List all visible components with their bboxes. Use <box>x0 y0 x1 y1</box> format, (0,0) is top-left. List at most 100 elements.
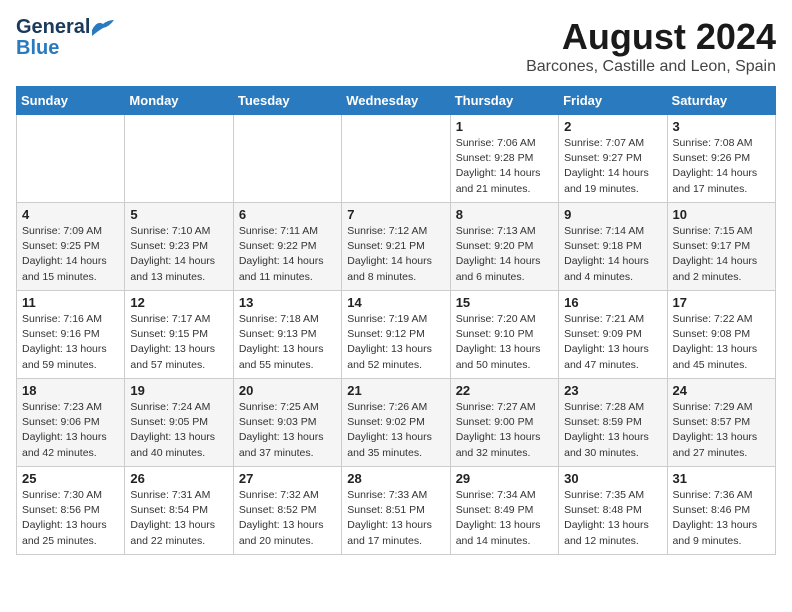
calendar-cell: 24 Sunrise: 7:29 AM Sunset: 8:57 PM Dayli… <box>667 379 775 467</box>
day-info: Sunrise: 7:07 AM Sunset: 9:27 PM Dayligh… <box>564 136 661 197</box>
day-info: Sunrise: 7:35 AM Sunset: 8:48 PM Dayligh… <box>564 488 661 549</box>
day-number: 20 <box>239 383 336 398</box>
day-info: Sunrise: 7:33 AM Sunset: 8:51 PM Dayligh… <box>347 488 444 549</box>
day-number: 16 <box>564 295 661 310</box>
day-info: Sunrise: 7:28 AM Sunset: 8:59 PM Dayligh… <box>564 400 661 461</box>
day-number: 2 <box>564 119 661 134</box>
calendar-cell <box>17 115 125 203</box>
calendar-cell: 20Sunrise: 7:25 AM Sunset: 9:03 PM Dayli… <box>233 379 341 467</box>
day-info: Sunrise: 7:34 AM Sunset: 8:49 PM Dayligh… <box>456 488 553 549</box>
day-number: 18 <box>22 383 119 398</box>
calendar-cell: 26Sunrise: 7:31 AM Sunset: 8:54 PM Dayli… <box>125 467 233 555</box>
calendar-cell: 29 Sunrise: 7:34 AM Sunset: 8:49 PM Dayli… <box>450 467 558 555</box>
day-number: 22 <box>456 383 553 398</box>
calendar-cell: 25 Sunrise: 7:30 AM Sunset: 8:56 PM Dayli… <box>17 467 125 555</box>
calendar-cell: 16 Sunrise: 7:21 AM Sunset: 9:09 PM Dayli… <box>559 291 667 379</box>
calendar-cell: 1Sunrise: 7:06 AM Sunset: 9:28 PM Daylig… <box>450 115 558 203</box>
weekday-header-friday: Friday <box>559 87 667 115</box>
day-info: Sunrise: 7:14 AM Sunset: 9:18 PM Dayligh… <box>564 224 661 285</box>
calendar-cell: 15Sunrise: 7:20 AM Sunset: 9:10 PM Dayli… <box>450 291 558 379</box>
calendar-week-row: 4 Sunrise: 7:09 AM Sunset: 9:25 PM Daylig… <box>17 203 776 291</box>
day-number: 23 <box>564 383 661 398</box>
day-info: Sunrise: 7:29 AM Sunset: 8:57 PM Dayligh… <box>673 400 770 461</box>
weekday-header-wednesday: Wednesday <box>342 87 450 115</box>
location-subtitle: Barcones, Castille and Leon, Spain <box>526 58 776 76</box>
day-number: 28 <box>347 471 444 486</box>
day-number: 30 <box>564 471 661 486</box>
day-info: Sunrise: 7:21 AM Sunset: 9:09 PM Dayligh… <box>564 312 661 373</box>
calendar-cell: 12 Sunrise: 7:17 AM Sunset: 9:15 PM Dayli… <box>125 291 233 379</box>
day-info: Sunrise: 7:26 AM Sunset: 9:02 PM Dayligh… <box>347 400 444 461</box>
calendar-cell: 21 Sunrise: 7:26 AM Sunset: 9:02 PM Dayli… <box>342 379 450 467</box>
day-number: 25 <box>22 471 119 486</box>
calendar-cell: 5Sunrise: 7:10 AM Sunset: 9:23 PM Daylig… <box>125 203 233 291</box>
calendar-cell: 10Sunrise: 7:15 AM Sunset: 9:17 PM Dayli… <box>667 203 775 291</box>
day-info: Sunrise: 7:18 AM Sunset: 9:13 PM Dayligh… <box>239 312 336 373</box>
day-number: 11 <box>22 295 119 310</box>
day-info: Sunrise: 7:17 AM Sunset: 9:15 PM Dayligh… <box>130 312 227 373</box>
calendar-cell: 11 Sunrise: 7:16 AM Sunset: 9:16 PM Dayli… <box>17 291 125 379</box>
logo-general: General <box>16 16 90 39</box>
day-number: 9 <box>564 207 661 222</box>
day-number: 8 <box>456 207 553 222</box>
weekday-header-monday: Monday <box>125 87 233 115</box>
calendar-cell: 23 Sunrise: 7:28 AM Sunset: 8:59 PM Dayli… <box>559 379 667 467</box>
month-year-title: August 2024 <box>526 16 776 58</box>
calendar-cell: 6 Sunrise: 7:11 AM Sunset: 9:22 PM Daylig… <box>233 203 341 291</box>
day-number: 4 <box>22 207 119 222</box>
calendar-cell: 28 Sunrise: 7:33 AM Sunset: 8:51 PM Dayli… <box>342 467 450 555</box>
day-number: 7 <box>347 207 444 222</box>
logo-blue: Blue <box>16 37 59 60</box>
calendar-table: SundayMondayTuesdayWednesdayThursdayFrid… <box>16 86 776 555</box>
day-number: 12 <box>130 295 227 310</box>
calendar-cell: 13 Sunrise: 7:18 AM Sunset: 9:13 PM Dayli… <box>233 291 341 379</box>
day-number: 31 <box>673 471 770 486</box>
day-info: Sunrise: 7:31 AM Sunset: 8:54 PM Dayligh… <box>130 488 227 549</box>
weekday-header-saturday: Saturday <box>667 87 775 115</box>
calendar-cell: 8 Sunrise: 7:13 AM Sunset: 9:20 PM Daylig… <box>450 203 558 291</box>
calendar-header-row: SundayMondayTuesdayWednesdayThursdayFrid… <box>17 87 776 115</box>
day-info: Sunrise: 7:16 AM Sunset: 9:16 PM Dayligh… <box>22 312 119 373</box>
day-info: Sunrise: 7:12 AM Sunset: 9:21 PM Dayligh… <box>347 224 444 285</box>
day-number: 24 <box>673 383 770 398</box>
day-info: Sunrise: 7:30 AM Sunset: 8:56 PM Dayligh… <box>22 488 119 549</box>
weekday-header-tuesday: Tuesday <box>233 87 341 115</box>
logo: General Blue <box>16 16 114 60</box>
weekday-header-sunday: Sunday <box>17 87 125 115</box>
weekday-header-thursday: Thursday <box>450 87 558 115</box>
day-number: 6 <box>239 207 336 222</box>
day-number: 13 <box>239 295 336 310</box>
calendar-cell: 19Sunrise: 7:24 AM Sunset: 9:05 PM Dayli… <box>125 379 233 467</box>
day-info: Sunrise: 7:22 AM Sunset: 9:08 PM Dayligh… <box>673 312 770 373</box>
day-number: 27 <box>239 471 336 486</box>
calendar-cell: 17Sunrise: 7:22 AM Sunset: 9:08 PM Dayli… <box>667 291 775 379</box>
day-number: 3 <box>673 119 770 134</box>
day-number: 15 <box>456 295 553 310</box>
day-number: 29 <box>456 471 553 486</box>
calendar-cell <box>342 115 450 203</box>
calendar-cell <box>125 115 233 203</box>
calendar-week-row: 25 Sunrise: 7:30 AM Sunset: 8:56 PM Dayli… <box>17 467 776 555</box>
calendar-cell: 22 Sunrise: 7:27 AM Sunset: 9:00 PM Dayli… <box>450 379 558 467</box>
day-info: Sunrise: 7:23 AM Sunset: 9:06 PM Dayligh… <box>22 400 119 461</box>
day-info: Sunrise: 7:08 AM Sunset: 9:26 PM Dayligh… <box>673 136 770 197</box>
day-info: Sunrise: 7:09 AM Sunset: 9:25 PM Dayligh… <box>22 224 119 285</box>
day-info: Sunrise: 7:19 AM Sunset: 9:12 PM Dayligh… <box>347 312 444 373</box>
day-info: Sunrise: 7:11 AM Sunset: 9:22 PM Dayligh… <box>239 224 336 285</box>
day-number: 19 <box>130 383 227 398</box>
calendar-cell: 3 Sunrise: 7:08 AM Sunset: 9:26 PM Daylig… <box>667 115 775 203</box>
calendar-cell: 4 Sunrise: 7:09 AM Sunset: 9:25 PM Daylig… <box>17 203 125 291</box>
calendar-cell: 18 Sunrise: 7:23 AM Sunset: 9:06 PM Dayli… <box>17 379 125 467</box>
page-header: General Blue August 2024 Barcones, Casti… <box>16 16 776 76</box>
calendar-cell: 9 Sunrise: 7:14 AM Sunset: 9:18 PM Daylig… <box>559 203 667 291</box>
title-section: August 2024 Barcones, Castille and Leon,… <box>526 16 776 76</box>
day-number: 10 <box>673 207 770 222</box>
day-number: 1 <box>456 119 553 134</box>
day-info: Sunrise: 7:13 AM Sunset: 9:20 PM Dayligh… <box>456 224 553 285</box>
calendar-cell <box>233 115 341 203</box>
day-info: Sunrise: 7:27 AM Sunset: 9:00 PM Dayligh… <box>456 400 553 461</box>
calendar-cell: 27Sunrise: 7:32 AM Sunset: 8:52 PM Dayli… <box>233 467 341 555</box>
day-number: 21 <box>347 383 444 398</box>
calendar-cell: 14Sunrise: 7:19 AM Sunset: 9:12 PM Dayli… <box>342 291 450 379</box>
day-info: Sunrise: 7:36 AM Sunset: 8:46 PM Dayligh… <box>673 488 770 549</box>
